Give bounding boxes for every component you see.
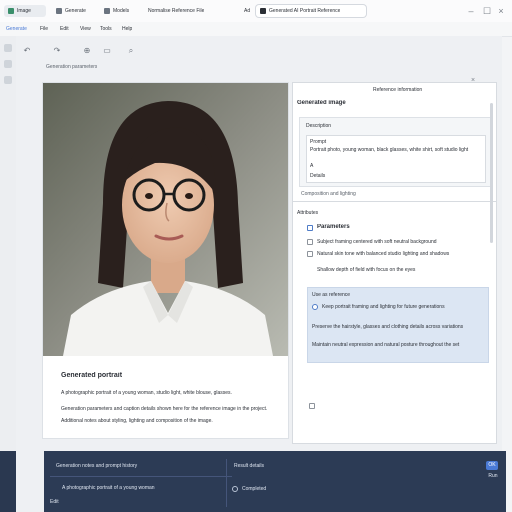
portrait-image[interactable] [43,83,288,356]
zoom-icon[interactable]: ⊕ [82,46,92,56]
window-title: Generated AI Portrait Reference [269,8,341,14]
close-icon[interactable]: × [496,6,506,16]
item-checkbox-2[interactable] [307,251,313,257]
caption-area: Generated portrait A photographic portra… [43,356,288,438]
menu-file[interactable]: File [40,26,48,32]
minimize-icon[interactable]: – [466,6,476,16]
portrait-illustration [43,83,288,356]
bottom-divider [50,476,232,477]
tab-label: Add [244,8,250,14]
keep-framing-radio[interactable] [312,304,318,310]
tab-reference-file[interactable]: Normalise Reference File [144,5,238,17]
prompt-field-label: Prompt [310,139,327,145]
bottom-left-title: Generation notes and prompt history [56,463,138,469]
breadcrumb-text[interactable]: Generation parameters [46,64,97,70]
folder-icon [104,8,110,14]
bottom-column-divider [226,459,227,507]
menu-help[interactable]: Help [122,26,132,32]
ok-button[interactable]: OK [486,461,498,470]
item-text-1: Subject framing centered with soft neutr… [317,239,437,245]
item-text-3: Shallow depth of field with focus on the… [317,267,416,273]
callout-line-1: Preserve the hairstyle, glasses and clot… [312,324,464,330]
tab-add[interactable]: Add [240,5,254,17]
menu-view[interactable]: View [80,26,91,32]
run-button[interactable]: Run [486,473,500,479]
menu-edit[interactable]: Edit [60,26,69,32]
panel-close-icon[interactable]: × [471,77,475,84]
caption-heading: Generated portrait [61,372,123,379]
prompt-field[interactable]: Prompt Portrait photo, young woman, blac… [306,135,486,183]
callout-line-2: Maintain neutral expression and natural … [312,342,460,348]
reference-callout: Use as reference Keep portrait framing a… [307,287,489,363]
layers-icon[interactable] [4,60,12,68]
reference-panel: Reference information × Generated image … [293,77,496,443]
caption-line-2: Generation parameters and caption detail… [61,406,268,412]
tab-label: Generate [65,8,86,14]
redo-icon[interactable]: ↷ [52,46,62,56]
app-icon [8,8,14,14]
tab-image[interactable]: Image [4,5,46,17]
radio-label: Keep portrait framing and lighting for f… [322,304,445,310]
prompt-value-a: A [310,163,314,169]
secondary-toolbar: Generate File Edit View Tools Help [0,22,512,37]
parameters-list: Parameters Subject framing centered with… [303,223,489,283]
menu-tools[interactable]: Tools [100,26,112,32]
status-radio[interactable] [232,486,238,492]
caption-line-1: A photographic portrait of a young woman… [61,390,232,396]
tab-label: Image [17,8,31,14]
bottom-left-strip [0,451,16,512]
search-icon[interactable]: ⌕ [126,46,136,56]
prompt-value-b: Details [310,173,326,179]
divider-label: Composition and lighting [301,191,356,197]
description-section: Description Prompt Portrait photo, young… [299,117,491,187]
prompt-text: Portrait photo, young woman, black glass… [310,147,469,153]
tab-generate[interactable]: Generate [52,5,96,17]
crop-icon[interactable]: ▭ [102,46,112,56]
section2-title: Attributes [297,210,319,216]
bottom-left-more[interactable]: Edit [50,499,80,505]
tab-label: Normalise Reference File [148,8,205,14]
history-icon[interactable] [4,76,12,84]
bottom-left-row[interactable]: A photographic portrait of a young woman [62,485,212,491]
toolbar-path[interactable]: Generate [6,26,27,32]
bottom-panel: Generation notes and prompt history A ph… [44,451,506,512]
panel-scrollbar[interactable] [490,103,493,243]
window-titlebar: Image Generate Models Normalise Referenc… [0,0,512,23]
tab-label: Models [113,8,130,14]
home-icon[interactable] [4,44,12,52]
item-text-2: Natural skin tone with balanced studio l… [317,251,450,257]
panel-header: Reference information [373,87,423,93]
left-rail [0,36,17,512]
parameters-title: Parameters [317,224,350,230]
callout-title: Use as reference [312,292,351,298]
maximize-icon[interactable]: ☐ [482,6,492,16]
tool-row: ↶ ↷ ⊕ ▭ ⌕ [22,44,502,58]
section-label: Description [306,123,332,129]
panel-title: Generated image [297,100,346,106]
tab-models[interactable]: Models [100,5,140,17]
item-checkbox-1[interactable] [307,239,313,245]
tab-title[interactable]: Generated AI Portrait Reference [256,5,366,17]
parameters-checkbox[interactable] [307,225,313,231]
extra-checkbox[interactable] [309,403,315,409]
undo-icon[interactable]: ↶ [22,46,32,56]
image-icon [56,8,62,14]
caption-line-3: Additional notes about styling, lighting… [61,418,213,424]
bottom-right-row: Completed [242,486,267,492]
app-icon [260,8,266,14]
panel-divider [293,201,496,202]
breadcrumb: Generation parameters [22,60,502,74]
bottom-right-title: Result details [234,463,265,469]
